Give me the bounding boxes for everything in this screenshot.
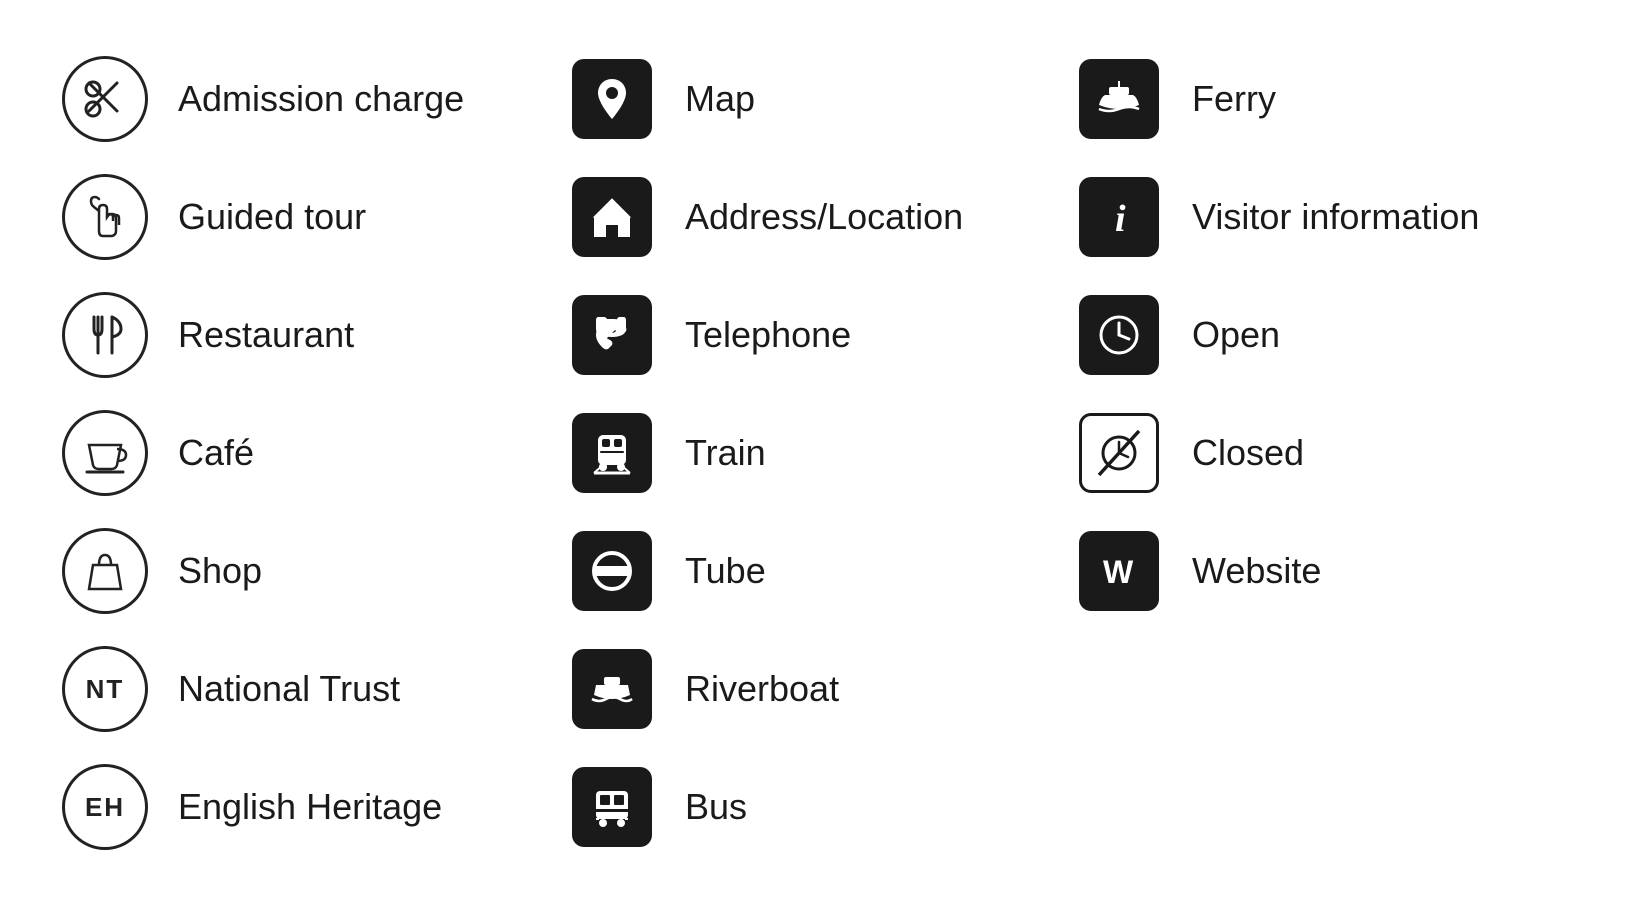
- list-item: Bus: [567, 748, 1074, 866]
- train-label: Train: [685, 432, 766, 474]
- website-label: Website: [1192, 550, 1321, 592]
- bus-label: Bus: [685, 786, 747, 828]
- legend-grid: Admission charge Guided tour: [60, 40, 1581, 866]
- legend-column-3: Ferry i Visitor information: [1074, 40, 1581, 866]
- english-heritage-label: English Heritage: [178, 786, 442, 828]
- list-item: Guided tour: [60, 158, 567, 276]
- shop-icon: [60, 526, 150, 616]
- closed-label: Closed: [1192, 432, 1304, 474]
- tube-label: Tube: [685, 550, 766, 592]
- list-item: Tube: [567, 512, 1074, 630]
- restaurant-label: Restaurant: [178, 314, 354, 356]
- list-item: Address/Location: [567, 158, 1074, 276]
- list-item: Restaurant: [60, 276, 567, 394]
- riverboat-icon: [567, 644, 657, 734]
- closed-icon: [1074, 408, 1164, 498]
- list-item: NT National Trust: [60, 630, 567, 748]
- ferry-label: Ferry: [1192, 78, 1276, 120]
- list-item: Ferry: [1074, 40, 1581, 158]
- list-item: Closed: [1074, 394, 1581, 512]
- admission-charge-icon: [60, 54, 150, 144]
- map-label: Map: [685, 78, 755, 120]
- cafe-icon: [60, 408, 150, 498]
- bus-icon: [567, 762, 657, 852]
- list-item: Telephone: [567, 276, 1074, 394]
- tube-icon: [567, 526, 657, 616]
- legend-column-2: Map Address/Location: [567, 40, 1074, 866]
- national-trust-icon: NT: [60, 644, 150, 734]
- guided-tour-label: Guided tour: [178, 196, 366, 238]
- list-item: Admission charge: [60, 40, 567, 158]
- list-item: Open: [1074, 276, 1581, 394]
- telephone-label: Telephone: [685, 314, 851, 356]
- address-label: Address/Location: [685, 196, 963, 238]
- list-item: i Visitor information: [1074, 158, 1581, 276]
- restaurant-icon: [60, 290, 150, 380]
- national-trust-label: National Trust: [178, 668, 400, 710]
- open-label: Open: [1192, 314, 1280, 356]
- map-icon: [567, 54, 657, 144]
- admission-charge-label: Admission charge: [178, 78, 464, 120]
- website-icon: W: [1074, 526, 1164, 616]
- open-icon: [1074, 290, 1164, 380]
- address-icon: [567, 172, 657, 262]
- train-icon: [567, 408, 657, 498]
- list-item: W Website: [1074, 512, 1581, 630]
- list-item: EH English Heritage: [60, 748, 567, 866]
- legend-column-1: Admission charge Guided tour: [60, 40, 567, 866]
- list-item: Café: [60, 394, 567, 512]
- svg-text:i: i: [1115, 198, 1126, 240]
- english-heritage-icon: EH: [60, 762, 150, 852]
- list-item: Riverboat: [567, 630, 1074, 748]
- list-item: Train: [567, 394, 1074, 512]
- guided-tour-icon: [60, 172, 150, 262]
- list-item: Map: [567, 40, 1074, 158]
- visitor-info-icon: i: [1074, 172, 1164, 262]
- visitor-info-label: Visitor information: [1192, 196, 1479, 238]
- ferry-icon: [1074, 54, 1164, 144]
- shop-label: Shop: [178, 550, 262, 592]
- list-item: Shop: [60, 512, 567, 630]
- svg-text:W: W: [1103, 554, 1134, 590]
- cafe-label: Café: [178, 432, 254, 474]
- telephone-icon: [567, 290, 657, 380]
- riverboat-label: Riverboat: [685, 668, 839, 710]
